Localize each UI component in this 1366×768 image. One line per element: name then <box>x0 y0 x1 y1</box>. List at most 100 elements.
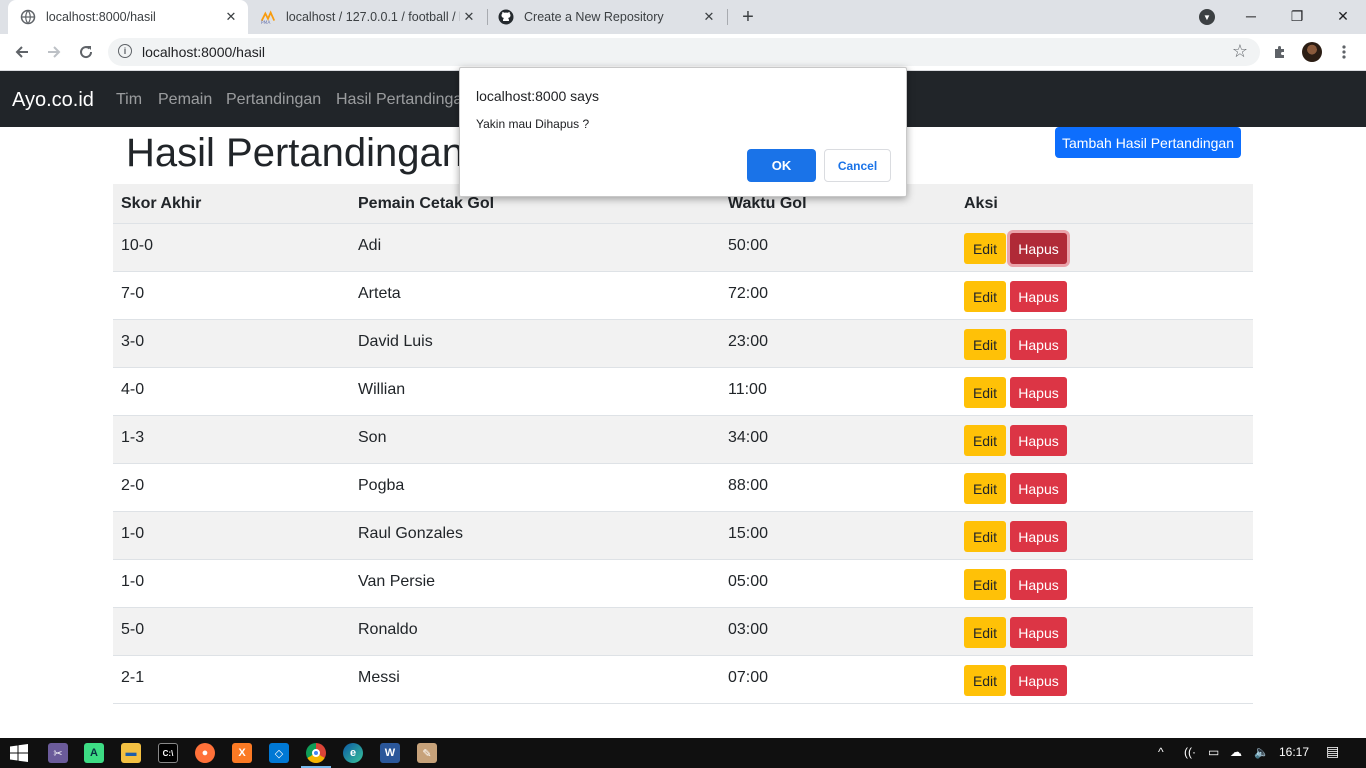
table-row: 1-0 Raul Gonzales 15:00 Edit Hapus <box>113 512 1253 560</box>
brand-logo[interactable]: Ayo.co.id <box>12 89 94 112</box>
page-title: Hasil Pertandingan <box>126 131 464 175</box>
edit-button[interactable]: Edit <box>964 281 1006 312</box>
delete-button[interactable]: Hapus <box>1010 569 1067 600</box>
cell-time: 50:00 <box>728 237 769 254</box>
close-window-button[interactable]: ✕ <box>1320 4 1366 28</box>
table-row: 4-0 Willian 11:00 Edit Hapus <box>113 368 1253 416</box>
edit-button[interactable]: Edit <box>964 473 1006 504</box>
cell-time: 72:00 <box>728 285 769 302</box>
edge-icon[interactable]: e <box>343 743 363 763</box>
table-row: 5-0 Ronaldo 03:00 Edit Hapus <box>113 608 1253 656</box>
tab-title: localhost:8000/hasil <box>46 10 156 24</box>
edit-button[interactable]: Edit <box>964 233 1006 264</box>
forward-icon[interactable] <box>41 39 67 65</box>
table-row: 2-0 Pogba 88:00 Edit Hapus <box>113 464 1253 512</box>
address-bar[interactable]: i localhost:8000/hasil ☆ <box>108 38 1260 66</box>
delete-button[interactable]: Hapus <box>1010 665 1067 696</box>
delete-button[interactable]: Hapus <box>1010 425 1067 456</box>
dialog-title: localhost:8000 says <box>476 88 599 104</box>
vscode-icon[interactable]: ◇ <box>269 743 289 763</box>
bookmark-star-icon[interactable]: ☆ <box>1232 41 1248 62</box>
extensions-icon[interactable] <box>1268 40 1292 64</box>
windows-start-icon[interactable] <box>9 743 29 763</box>
kebab-menu-icon[interactable] <box>1332 40 1356 64</box>
dialog-message: Yakin mau Dihapus ? <box>476 117 590 131</box>
show-hidden-icons[interactable]: ^ <box>1158 745 1164 759</box>
cell-score: 1-3 <box>121 429 145 446</box>
svg-text:PMA: PMA <box>261 20 271 25</box>
edit-button[interactable]: Edit <box>964 425 1006 456</box>
dialog-cancel-button[interactable]: Cancel <box>824 149 891 182</box>
delete-button[interactable]: Hapus <box>1010 329 1067 360</box>
battery-icon[interactable]: ▭ <box>1208 745 1219 759</box>
header-aksi: Aksi <box>964 195 998 212</box>
cell-score: 10-0 <box>121 237 154 254</box>
site-info-icon[interactable]: i <box>118 44 132 58</box>
cell-player: Van Persie <box>358 573 436 590</box>
windows-taskbar: ✂ A ▬ C:\ ● X ◇ e W ✎ ^ ((· ▭ ☁ 🔈 16:17 … <box>0 738 1366 768</box>
close-tab-icon[interactable]: ✕ <box>222 8 240 26</box>
word-icon[interactable]: W <box>380 743 400 763</box>
reload-icon[interactable] <box>73 39 99 65</box>
nav-link-hasil-pertandingan[interactable]: Hasil Pertandingan <box>336 91 471 109</box>
tab-github-new-repo[interactable]: Create a New Repository ✕ <box>490 0 726 34</box>
header-skor-akhir: Skor Akhir <box>121 195 202 212</box>
chrome-icon[interactable] <box>306 743 326 763</box>
firefox-icon[interactable]: ● <box>195 743 215 763</box>
delete-button[interactable]: Hapus <box>1010 233 1067 264</box>
dialog-ok-button[interactable]: OK <box>747 149 816 182</box>
edit-button[interactable]: Edit <box>964 665 1006 696</box>
notification-center-icon[interactable]: ▤ <box>1326 743 1339 760</box>
cell-time: 88:00 <box>728 477 769 494</box>
cell-player: David Luis <box>358 333 433 350</box>
cell-score: 1-0 <box>121 573 145 590</box>
tab-search-icon[interactable]: ▼ <box>1199 9 1215 25</box>
delete-button[interactable]: Hapus <box>1010 473 1067 504</box>
cell-player: Willian <box>358 381 406 398</box>
edit-button[interactable]: Edit <box>964 521 1006 552</box>
minimize-button[interactable]: ─ <box>1228 4 1274 28</box>
edit-button[interactable]: Edit <box>964 377 1006 408</box>
browser-tab-strip: localhost:8000/hasil ✕ PMA localhost / 1… <box>0 0 1366 34</box>
header-pemain-cetak-gol: Pemain Cetak Gol <box>358 195 495 212</box>
edit-button[interactable]: Edit <box>964 617 1006 648</box>
file-explorer-icon[interactable]: ▬ <box>121 743 141 763</box>
cell-time: 11:00 <box>728 381 767 398</box>
close-tab-icon[interactable]: ✕ <box>700 8 718 26</box>
cell-score: 3-0 <box>121 333 145 350</box>
cell-player: Ronaldo <box>358 621 418 638</box>
edit-button[interactable]: Edit <box>964 329 1006 360</box>
tab-title: Create a New Repository <box>524 10 664 24</box>
nav-link-tim[interactable]: Tim <box>116 91 142 109</box>
close-tab-icon[interactable]: ✕ <box>460 8 478 26</box>
nav-link-pertandingan[interactable]: Pertandingan <box>226 91 321 109</box>
add-result-button[interactable]: Tambah Hasil Pertandingan <box>1055 127 1241 158</box>
xampp-icon[interactable]: X <box>232 743 252 763</box>
delete-button[interactable]: Hapus <box>1010 377 1067 408</box>
table-row: 3-0 David Luis 23:00 Edit Hapus <box>113 320 1253 368</box>
table-row: 7-0 Arteta 72:00 Edit Hapus <box>113 272 1253 320</box>
cell-player: Adi <box>358 237 382 254</box>
new-tab-button[interactable]: + <box>736 5 760 29</box>
taskbar-clock[interactable]: 16:17 <box>1279 745 1309 759</box>
avatar[interactable] <box>1300 40 1324 64</box>
cell-time: 34:00 <box>728 429 769 446</box>
paint-icon[interactable]: ✎ <box>417 743 437 763</box>
onedrive-icon[interactable]: ☁ <box>1230 745 1242 759</box>
command-prompt-icon[interactable]: C:\ <box>158 743 178 763</box>
cell-score: 1-0 <box>121 525 145 542</box>
nav-link-pemain[interactable]: Pemain <box>158 91 212 109</box>
restore-button[interactable]: ❐ <box>1274 4 1320 28</box>
volume-icon[interactable]: 🔈 <box>1254 745 1269 759</box>
wifi-icon[interactable]: ((· <box>1184 745 1196 759</box>
back-icon[interactable] <box>9 39 35 65</box>
delete-button[interactable]: Hapus <box>1010 521 1067 552</box>
android-studio-icon[interactable]: A <box>84 743 104 763</box>
tab-phpmyadmin[interactable]: PMA localhost / 127.0.0.1 / football / h… <box>250 0 486 34</box>
edit-button[interactable]: Edit <box>964 569 1006 600</box>
delete-button[interactable]: Hapus <box>1010 617 1067 648</box>
cell-score: 5-0 <box>121 621 145 638</box>
snipping-tool-icon[interactable]: ✂ <box>48 743 68 763</box>
delete-button[interactable]: Hapus <box>1010 281 1067 312</box>
tab-localhost-hasil[interactable]: localhost:8000/hasil ✕ <box>8 0 248 34</box>
